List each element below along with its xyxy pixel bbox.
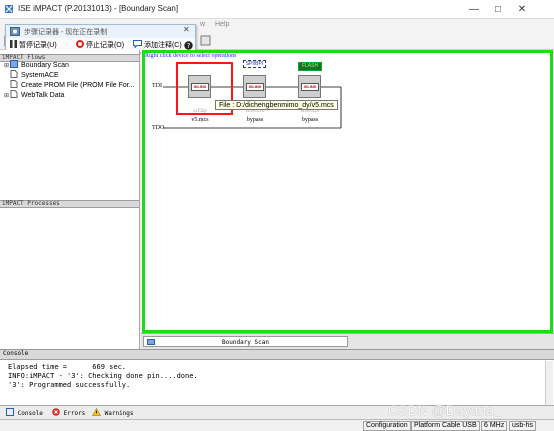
warning-icon <box>91 407 102 416</box>
main-tab-bar: Boundary Scan <box>141 333 554 349</box>
error-icon <box>52 408 60 416</box>
file-icon <box>10 90 18 98</box>
recorder-title-bar: 步骤记录器 - 现在正在录制 ✕ <box>6 25 195 38</box>
help-icon[interactable]: ? <box>184 41 193 50</box>
window-title: ISE iMPACT (P.20131013) - [Boundary Scan… <box>18 4 179 13</box>
svg-text:?: ? <box>187 42 191 50</box>
device-3-file: bypass <box>301 117 319 123</box>
menu-help[interactable]: Help <box>215 21 229 28</box>
console-line: Elapsed time = 669 sec. <box>8 363 127 371</box>
file-tooltip: File : D:/dichengbenmimo_dy/v5.mcs <box>215 100 338 110</box>
console-line: '3': Programmed successfully. <box>8 381 131 389</box>
status-bar: Configuration Platform Cable USB 6 MHz u… <box>0 419 554 431</box>
status-cable: Platform Cable USB <box>411 421 480 431</box>
file-icon <box>10 80 18 88</box>
device-2-file: bypass <box>246 117 264 123</box>
tab-warnings-label: Warnings <box>104 410 134 417</box>
console-icon <box>6 408 14 416</box>
stop-recording-button[interactable]: 停止记录(O) <box>76 40 124 50</box>
flow-create-prom[interactable]: Create PROM File (PROM File For... <box>10 80 135 89</box>
xilinx-logo: XILINX <box>301 83 319 91</box>
add-comment-label: 添加注释(C) <box>143 42 182 49</box>
flow-label: Create PROM File (PROM File For... <box>21 82 135 89</box>
flash-badge: FLASH <box>298 62 322 71</box>
tdi-label: TDI <box>152 83 162 89</box>
console-panel: Console Elapsed time = 669 sec. INFO:iMP… <box>0 349 554 405</box>
pause-recording-label: 暂停记录(U) <box>18 42 57 49</box>
add-comment-button[interactable]: 添加注释(C) <box>133 40 182 50</box>
tab-boundary-scan-label: Boundary Scan <box>222 339 269 346</box>
recorder-title: 步骤记录器 - 现在正在录制 <box>24 29 108 36</box>
minimize-button[interactable]: — <box>463 0 485 19</box>
steps-recorder-window: 步骤记录器 - 现在正在录制 ✕ 暂停记录(U) 停止记录(O) 添加注释(C)… <box>5 24 196 53</box>
title-bar: ISE iMPACT (P.20131013) - [Boundary Scan… <box>0 0 554 19</box>
tab-errors-label: Errors <box>63 410 86 417</box>
tab-console[interactable]: Console <box>6 408 43 417</box>
flow-label: WebTalk Data <box>21 92 65 99</box>
stop-icon <box>76 40 84 48</box>
console-scrollbar[interactable] <box>545 361 553 405</box>
device-chip-3[interactable]: XILINX <box>298 75 321 98</box>
device-chip-2[interactable]: XILINX <box>243 75 266 98</box>
tab-warnings[interactable]: Warnings <box>91 407 134 417</box>
stop-recording-label: 停止记录(O) <box>85 42 125 49</box>
boundary-scan-icon <box>10 60 18 68</box>
impact-app-icon <box>5 5 13 13</box>
file-icon <box>10 70 18 78</box>
status-configuration: Configuration <box>363 421 411 431</box>
tab-boundary-scan[interactable]: Boundary Scan <box>143 336 348 347</box>
flow-label: Boundary Scan <box>21 62 69 69</box>
pause-recording-button[interactable]: 暂停记录(U) <box>10 40 57 50</box>
pause-icon <box>10 40 17 48</box>
maximize-button[interactable]: □ <box>487 0 509 19</box>
tab-console-label: Console <box>17 410 43 417</box>
status-speed: 6 MHz <box>481 421 508 431</box>
status-port: usb-hs <box>509 421 537 431</box>
tdo-label: TDO <box>152 125 165 131</box>
flow-webtalk[interactable]: ⊞ WebTalk Data <box>4 90 64 99</box>
flow-label: SystemACE <box>21 72 59 79</box>
csdn-watermark: CSDN @Dayana_ <box>388 402 502 418</box>
flow-systemace[interactable]: SystemACE <box>10 70 59 79</box>
processes-panel-header: iMPACT Processes <box>0 200 139 208</box>
xilinx-logo: XILINX <box>246 83 264 91</box>
console-line: INFO:iMPACT - '3': Checking done pin....… <box>8 372 198 380</box>
device-1-file: v5.mcs <box>191 117 209 123</box>
spi-bpi-badge: SPI/BPI <box>243 60 266 68</box>
recorder-close-button[interactable]: ✕ <box>183 25 190 34</box>
toolbar-tool-icon[interactable] <box>200 35 211 46</box>
menu-view[interactable]: w <box>200 21 205 28</box>
left-panel: iMPACT Flows ⊞ Boundary Scan SystemACE Cr… <box>0 50 140 349</box>
console-header: Console <box>0 350 554 360</box>
flow-boundary-scan[interactable]: ⊞ Boundary Scan <box>4 60 69 69</box>
comment-icon <box>133 40 142 49</box>
tab-errors[interactable]: Errors <box>52 408 85 417</box>
recorder-icon <box>10 27 20 36</box>
close-button[interactable]: ✕ <box>511 0 533 19</box>
